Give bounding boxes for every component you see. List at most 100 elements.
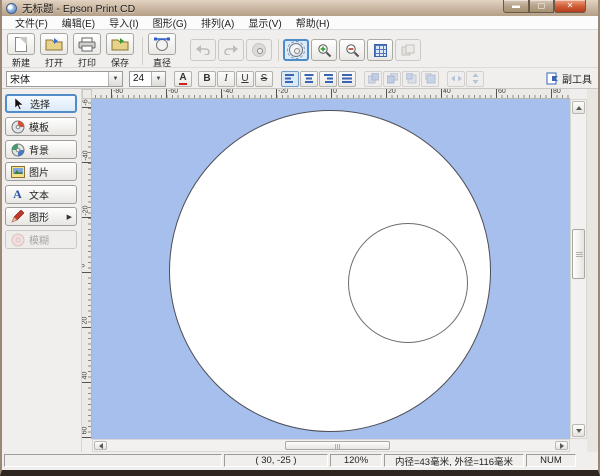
sidebar-item-text[interactable]: A 文本	[5, 185, 77, 204]
arrow-up-icon	[576, 103, 582, 110]
underline-button[interactable]: U	[236, 71, 254, 87]
background-disc-icon	[10, 142, 25, 157]
redo-button[interactable]	[218, 39, 244, 61]
fit-to-window-button[interactable]	[283, 39, 309, 61]
italic-button[interactable]: I	[217, 71, 235, 87]
ruler-major-tick	[82, 162, 92, 163]
ruler-major-tick	[221, 89, 222, 99]
ruler-label: -40	[83, 150, 90, 160]
scroll-left-button[interactable]	[94, 441, 107, 450]
status-coordinates: ( 30, -25 )	[224, 454, 328, 467]
strikethrough-button[interactable]: S	[255, 71, 273, 87]
menu-view[interactable]: 显示(V)	[241, 15, 288, 30]
menu-file[interactable]: 文件(F)	[8, 15, 55, 30]
sidebar-item-select[interactable]: 选择	[5, 94, 77, 113]
align-left-button[interactable]	[281, 71, 299, 87]
undo-icon	[196, 45, 210, 55]
zoom-in-button[interactable]	[311, 39, 337, 61]
horizontal-scroll-thumb[interactable]	[285, 441, 390, 450]
sidebar-item-mosaic[interactable]: 模糊	[5, 230, 77, 249]
new-button[interactable]: 新建	[6, 33, 36, 69]
ruler-label: 60	[498, 89, 506, 95]
ruler-label: 0	[333, 89, 337, 95]
scroll-right-button[interactable]	[555, 441, 568, 450]
menu-arrange[interactable]: 排列(A)	[194, 15, 241, 30]
ruler-label: 40	[82, 372, 88, 380]
horizontal-ruler: -80-60-40-20020406080	[92, 89, 570, 99]
status-message-panel	[4, 454, 222, 467]
move-forward-button[interactable]	[402, 71, 420, 87]
move-backward-icon	[425, 73, 436, 84]
app-window: 无标题 - Epson Print CD ▬ ▢ ✕ 文件(F) 编辑(E) 导…	[0, 0, 600, 476]
ruler-major-tick	[441, 89, 442, 99]
sidebar-item-image[interactable]: 图片	[5, 162, 77, 181]
sidebar-item-template[interactable]: 模板	[5, 117, 77, 136]
undo-button[interactable]	[190, 39, 216, 61]
grid-button[interactable]	[367, 39, 393, 61]
shape-pen-icon	[10, 209, 25, 224]
ruler-major-tick	[111, 89, 112, 99]
menu-import[interactable]: 导入(I)	[102, 15, 145, 30]
center-vertical-icon	[471, 73, 480, 84]
align-right-button[interactable]	[319, 71, 337, 87]
cd-outer-circle[interactable]	[169, 110, 491, 432]
font-family-select[interactable]: 宋体 ▼	[6, 71, 123, 87]
open-folder-icon	[45, 37, 63, 51]
zoom-out-icon	[345, 43, 360, 58]
send-to-back-button[interactable]	[383, 71, 401, 87]
title-bar[interactable]: 无标题 - Epson Print CD ▬ ▢ ✕	[2, 0, 598, 16]
pages-icon	[401, 44, 415, 56]
scroll-up-button[interactable]	[572, 101, 585, 114]
font-color-icon: A	[179, 73, 186, 85]
vertical-scroll-thumb[interactable]	[572, 229, 585, 279]
bring-to-front-button[interactable]	[364, 71, 382, 87]
mosaic-disc-icon	[10, 232, 25, 247]
align-right-icon	[323, 74, 333, 83]
diameter-button[interactable]: 直径	[147, 33, 177, 69]
maximize-button[interactable]: ▢	[529, 0, 554, 13]
align-justify-icon	[342, 74, 352, 83]
open-button[interactable]: 打开	[39, 33, 69, 69]
center-horizontal-button[interactable]	[447, 71, 465, 87]
toolbar-separator	[278, 39, 279, 61]
sidebar-item-shapes[interactable]: 图形 ▶	[5, 207, 77, 226]
move-backward-button[interactable]	[421, 71, 439, 87]
font-color-button[interactable]: A	[174, 71, 192, 87]
ruler-major-tick	[331, 89, 332, 99]
vertical-scrollbar[interactable]	[570, 99, 587, 439]
design-canvas[interactable]	[92, 99, 570, 439]
bold-button[interactable]: B	[198, 71, 216, 87]
align-left-icon	[285, 74, 295, 83]
font-size-select[interactable]: 24 ▼	[129, 71, 166, 87]
print-button[interactable]: 打印	[72, 33, 102, 69]
center-horizontal-icon	[451, 74, 462, 83]
cd-inner-hole-circle[interactable]	[348, 223, 468, 343]
ruler-label: 80	[553, 89, 561, 95]
scroll-down-button[interactable]	[572, 424, 585, 437]
sidebar-item-background[interactable]: 背景	[5, 140, 77, 159]
tool-sidebar: 选择 模板 背景 图片 A 文本 图形	[2, 89, 82, 452]
menu-help[interactable]: 帮助(H)	[289, 15, 337, 30]
ruler-label: -20	[83, 205, 90, 215]
arrow-right-icon	[560, 443, 567, 449]
horizontal-scrollbar[interactable]	[92, 439, 570, 452]
ruler-major-tick	[551, 89, 552, 99]
center-vertical-button[interactable]	[466, 71, 484, 87]
chevron-down-icon[interactable]: ▼	[151, 72, 165, 86]
chevron-down-icon[interactable]: ▼	[108, 72, 122, 86]
ruler-major-tick	[82, 217, 92, 218]
ruler-major-tick	[166, 89, 167, 99]
close-button[interactable]: ✕	[554, 0, 586, 13]
zoom-out-button[interactable]	[339, 39, 365, 61]
preview-disc-button[interactable]	[246, 39, 272, 61]
template-disc-icon	[10, 119, 25, 134]
save-button[interactable]: 保存	[105, 33, 135, 69]
menu-graphics[interactable]: 图形(G)	[146, 15, 194, 30]
disc-gray-icon	[252, 43, 266, 57]
align-justify-button[interactable]	[338, 71, 356, 87]
guide-button[interactable]	[395, 39, 421, 61]
minimize-button[interactable]: ▬	[503, 0, 529, 13]
align-center-button[interactable]	[300, 71, 318, 87]
menu-edit[interactable]: 编辑(E)	[55, 15, 102, 30]
sub-tools-button[interactable]: 副工具	[546, 71, 592, 86]
